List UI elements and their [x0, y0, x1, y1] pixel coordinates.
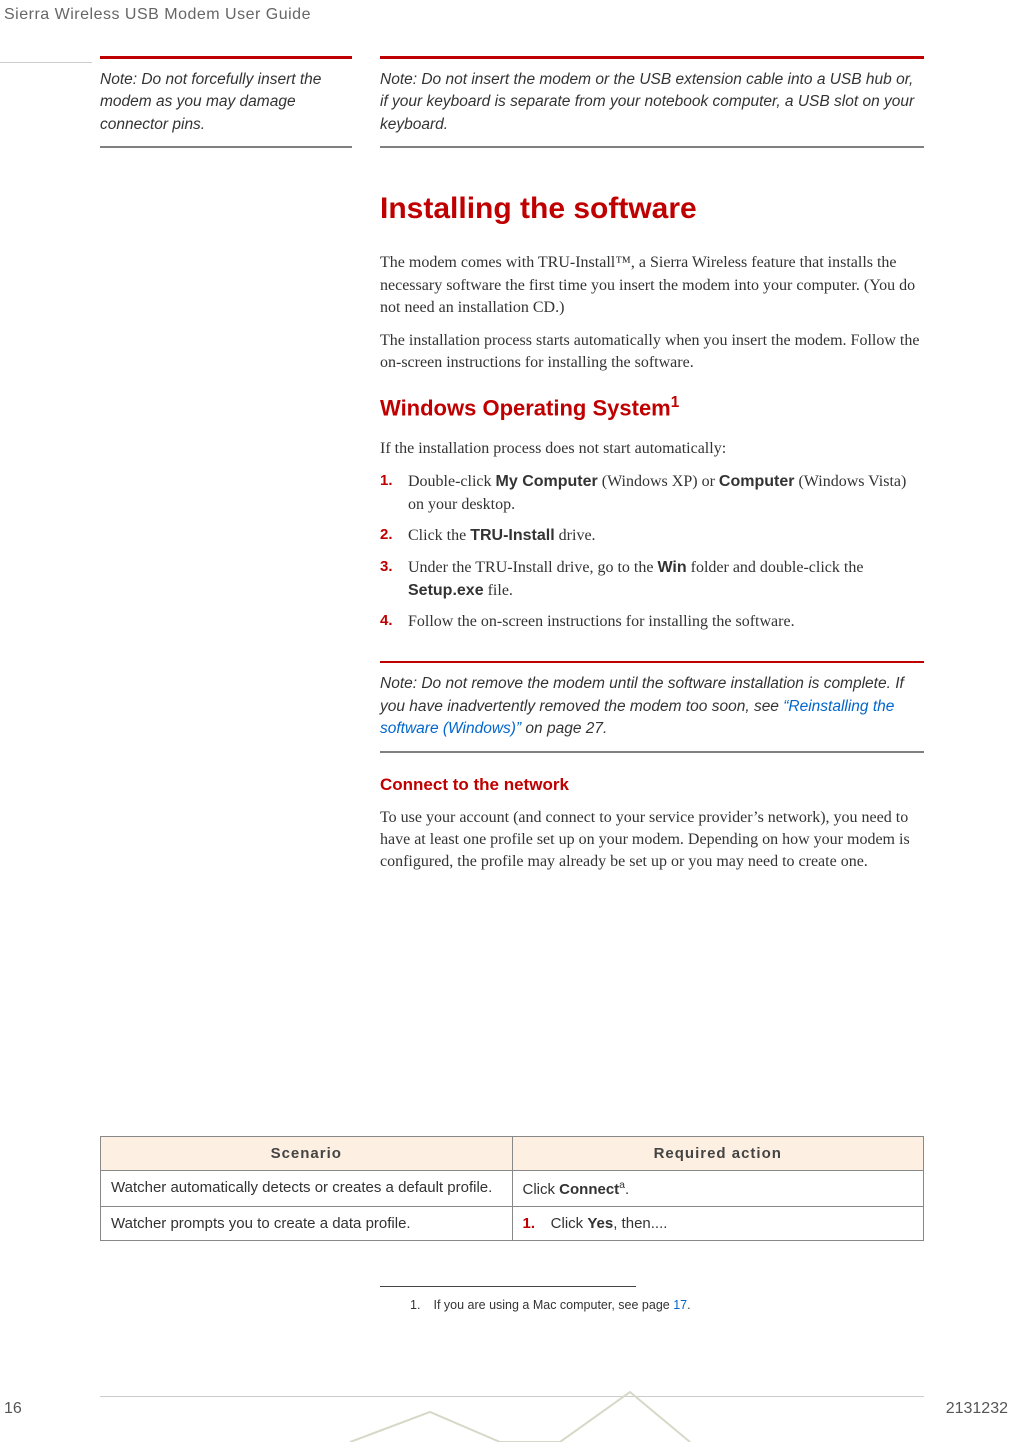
bold: TRU-Install	[470, 527, 554, 544]
note-text: on page 27.	[521, 720, 607, 737]
watermark-graphic	[0, 1382, 1012, 1442]
text: file.	[484, 582, 513, 599]
item-number: 2.	[380, 524, 393, 546]
note-top-rule	[380, 661, 924, 663]
footnote-rule	[380, 1286, 636, 1287]
item-number: 3.	[380, 556, 393, 578]
cell-scenario: Watcher automatically detects or creates…	[101, 1171, 513, 1207]
column-header: Scenario	[101, 1137, 513, 1171]
side-column: Note: Do not forcefully insert the modem…	[100, 56, 352, 884]
bold: Win	[657, 559, 686, 576]
text: Click	[523, 1181, 560, 1198]
cell-action: Click Connecta.	[512, 1171, 924, 1207]
list-item: 4. Follow the on-screen instructions for…	[408, 610, 924, 633]
paragraph: To use your account (and connect to your…	[380, 807, 924, 874]
main-note-top: Note: Do not insert the modem or the USB…	[380, 69, 924, 136]
header-rule	[0, 62, 92, 63]
text: Double-click	[408, 473, 496, 490]
column-header: Required action	[512, 1137, 924, 1171]
columns: Note: Do not forcefully insert the modem…	[100, 56, 924, 884]
list-item: 2. Click the TRU-Install drive.	[408, 524, 924, 547]
bold: Computer	[719, 473, 795, 490]
page-link[interactable]: 17	[673, 1298, 687, 1312]
item-number: 4.	[380, 610, 393, 632]
heading-2: Windows Operating System1	[380, 394, 924, 421]
note-bottom-rule	[100, 146, 352, 148]
main-note-mid: Note: Do not remove the modem until the …	[380, 673, 924, 740]
item-number: 1.	[380, 470, 393, 492]
text: .	[625, 1181, 629, 1198]
page-number: 16	[4, 1400, 22, 1418]
paragraph: The modem comes with TRU-Install™, a Sie…	[380, 252, 924, 319]
heading-1: Installing the software	[380, 192, 924, 226]
paragraph: The installation process starts automati…	[380, 330, 924, 375]
note-top-rule	[100, 56, 352, 59]
cell-scenario: Watcher prompts you to create a data pro…	[101, 1207, 513, 1241]
h2-superscript: 1	[671, 394, 680, 411]
bold: My Computer	[496, 473, 598, 490]
table: Scenario Required action Watcher automat…	[100, 1136, 924, 1241]
footer-rule	[100, 1396, 924, 1397]
side-note: Note: Do not forcefully insert the modem…	[100, 69, 352, 136]
footnote-text: If you are using a Mac computer, see pag…	[433, 1298, 673, 1312]
cell-action: 1. Click Yes, then....	[512, 1207, 924, 1241]
numbered-list: 1. Double-click My Computer (Windows XP)…	[380, 470, 924, 633]
main-column: Note: Do not insert the modem or the USB…	[380, 56, 924, 884]
note-bottom-rule	[380, 751, 924, 753]
list-item: 1. Double-click My Computer (Windows XP)…	[408, 470, 924, 516]
text: drive.	[555, 527, 596, 544]
note-bottom-rule	[380, 146, 924, 148]
page-content: Note: Do not forcefully insert the modem…	[100, 56, 924, 884]
heading-3: Connect to the network	[380, 775, 924, 795]
bold: Connect	[559, 1181, 619, 1198]
paragraph: If the installation process does not sta…	[380, 438, 924, 460]
text: Click the	[408, 527, 470, 544]
text: (Windows XP) or	[598, 473, 719, 490]
footnote-text: .	[687, 1298, 690, 1312]
h2-text: Windows Operating System	[380, 396, 671, 421]
note-top-rule	[380, 56, 924, 59]
bold: Yes	[587, 1215, 613, 1232]
text: Click	[551, 1215, 588, 1232]
bold: Setup.exe	[408, 582, 484, 599]
text: folder and double-click the	[687, 559, 864, 576]
document-number: 2131232	[946, 1400, 1008, 1418]
item-number: 1.	[523, 1215, 547, 1232]
text: Under the TRU-Install drive, go to the	[408, 559, 657, 576]
text: Follow the on-screen instructions for in…	[408, 613, 795, 630]
list-item: 3. Under the TRU-Install drive, go to th…	[408, 556, 924, 602]
table-row: Watcher automatically detects or creates…	[101, 1171, 924, 1207]
running-header: Sierra Wireless USB Modem User Guide	[4, 6, 311, 24]
text: , then....	[613, 1215, 667, 1232]
footnote: 1. If you are using a Mac computer, see …	[410, 1298, 691, 1312]
scenario-table: Scenario Required action Watcher automat…	[100, 1136, 924, 1241]
table-row: Watcher prompts you to create a data pro…	[101, 1207, 924, 1241]
footnote-number: 1.	[410, 1298, 430, 1312]
table-header-row: Scenario Required action	[101, 1137, 924, 1171]
